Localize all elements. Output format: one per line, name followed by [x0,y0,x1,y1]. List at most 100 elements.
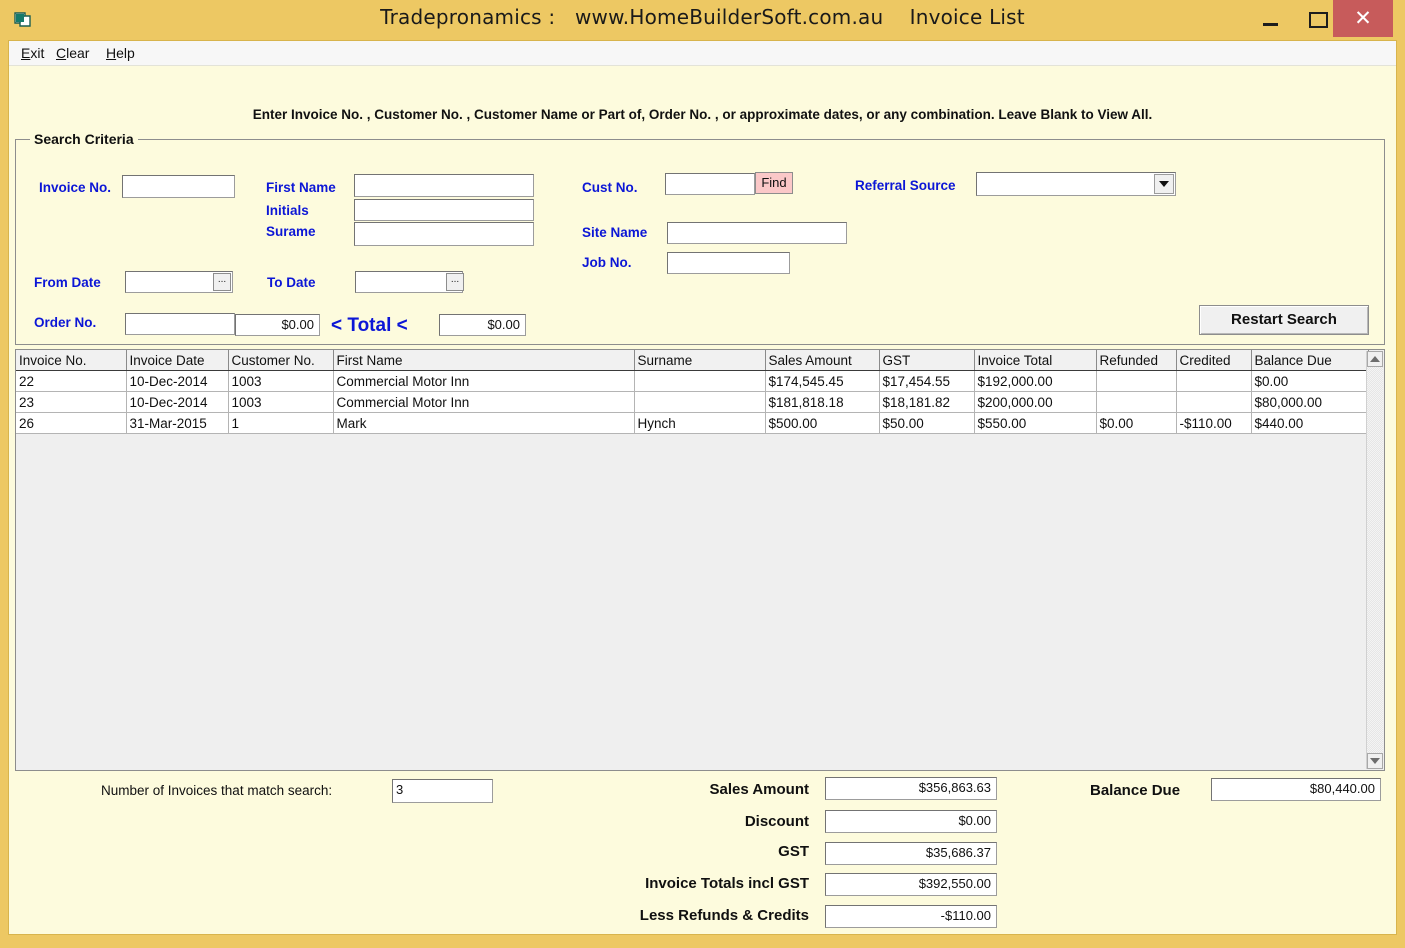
find-button[interactable]: Find [755,172,793,194]
menu-item-clear[interactable]: Clear [56,45,89,61]
initials-input[interactable] [354,199,534,221]
minimize-button[interactable] [1246,0,1294,40]
summary-label-balance-due: Balance Due [1090,782,1181,799]
cell-credited[interactable] [1176,391,1252,413]
cell-invoice-no[interactable]: 23 [16,391,127,413]
restart-search-button[interactable]: Restart Search [1199,305,1369,335]
column-header-invoice-date[interactable]: Invoice Date [126,350,229,371]
cell-sales-amount[interactable]: $500.00 [765,412,880,434]
cell-invoice-date[interactable]: 10-Dec-2014 [126,391,229,413]
column-header-refunded[interactable]: Refunded [1096,350,1177,371]
column-header-balance-due[interactable]: Balance Due [1251,350,1369,371]
cell-surname[interactable]: Hynch [634,412,766,434]
column-header-gst[interactable]: GST [879,350,975,371]
invoice-no-label: Invoice No. [39,180,112,195]
cell-first-name[interactable]: Commercial Motor Inn [333,370,635,392]
to-date-picker-button[interactable]: ... [446,273,464,291]
scroll-up-button[interactable] [1367,351,1383,367]
application-window: Tradepronamics : www.HomeBuilderSoft.com… [0,0,1405,948]
cell-balance-due[interactable]: $0.00 [1251,370,1369,392]
summary-label-gst: GST [778,843,809,860]
column-header-sales-amount[interactable]: Sales Amount [765,350,880,371]
table-row[interactable]: 23 10-Dec-2014 1003 Commercial Motor Inn… [16,391,1369,413]
summary-value-less-refunds-credits[interactable]: -$110.00 [825,905,997,928]
cell-gst[interactable]: $18,181.82 [879,391,975,413]
summary-label-less-refunds-credits: Less Refunds & Credits [639,907,809,924]
search-criteria-legend: Search Criteria [30,131,138,147]
cell-invoice-no[interactable]: 26 [16,412,127,434]
column-header-first-name[interactable]: First Name [333,350,635,371]
cell-first-name[interactable]: Commercial Motor Inn [333,391,635,413]
invoice-count-label: Number of Invoices that match search: [101,783,333,798]
invoice-results-grid[interactable]: Invoice No. Invoice Date Customer No. Fi… [15,349,1385,771]
column-header-surname[interactable]: Surname [634,350,766,371]
summary-value-discount[interactable]: $0.00 [825,810,997,833]
cell-invoice-total[interactable]: $192,000.00 [974,370,1097,392]
scroll-down-button[interactable] [1367,753,1383,769]
column-header-invoice-no[interactable]: Invoice No. [16,350,127,371]
to-date-label: To Date [267,275,316,290]
surname-label: Surame [266,224,316,239]
cell-gst[interactable]: $17,454.55 [879,370,975,392]
cell-credited[interactable]: -$110.00 [1176,412,1252,434]
cell-surname[interactable] [634,391,766,413]
summary-value-sales-amount[interactable]: $356,863.63 [825,777,997,800]
cell-refunded[interactable] [1096,391,1177,413]
grid-vertical-scrollbar[interactable] [1366,351,1383,769]
column-header-invoice-total[interactable]: Invoice Total [974,350,1097,371]
summary-value-gst[interactable]: $35,686.37 [825,842,997,865]
triangle-up-icon [1370,356,1380,362]
summary-label-sales-amount: Sales Amount [709,781,809,798]
site-name-input[interactable] [667,222,847,244]
summary-label-invoice-totals-incl-gst: Invoice Totals incl GST [645,875,809,892]
cell-invoice-total[interactable]: $550.00 [974,412,1097,434]
cell-invoice-no[interactable]: 22 [16,370,127,392]
column-header-customer-no[interactable]: Customer No. [228,350,334,371]
table-row[interactable]: 26 31-Mar-2015 1 Mark Hynch $500.00 $50.… [16,412,1369,434]
table-header-row: Invoice No. Invoice Date Customer No. Fi… [16,350,1369,371]
cell-invoice-total[interactable]: $200,000.00 [974,391,1097,413]
invoice-count-value[interactable]: 3 [392,779,493,803]
cell-credited[interactable] [1176,370,1252,392]
cell-gst[interactable]: $50.00 [879,412,975,434]
cell-sales-amount[interactable]: $174,545.45 [765,370,880,392]
cell-balance-due[interactable]: $440.00 [1251,412,1369,434]
site-name-label: Site Name [582,225,648,240]
cell-refunded[interactable]: $0.00 [1096,412,1177,434]
first-name-label: First Name [266,180,336,195]
table-row[interactable]: 22 10-Dec-2014 1003 Commercial Motor Inn… [16,370,1369,392]
cell-surname[interactable] [634,370,766,392]
menu-item-exit[interactable]: Exit [21,45,44,61]
surname-input[interactable] [354,222,534,246]
summary-value-invoice-totals-incl-gst[interactable]: $392,550.00 [825,873,997,896]
menu-bar: Exit Clear Help [9,41,1396,66]
cell-refunded[interactable] [1096,370,1177,392]
cell-sales-amount[interactable]: $181,818.18 [765,391,880,413]
invoice-no-input[interactable] [122,175,235,198]
cell-customer-no[interactable]: 1003 [228,391,334,413]
cell-balance-due[interactable]: $80,000.00 [1251,391,1369,413]
cell-customer-no[interactable]: 1003 [228,370,334,392]
cell-first-name[interactable]: Mark [333,412,635,434]
close-button[interactable]: ✕ [1333,0,1393,37]
from-date-picker-button[interactable]: ... [213,273,231,291]
cell-invoice-date[interactable]: 31-Mar-2015 [126,412,229,434]
summary-value-balance-due[interactable]: $80,440.00 [1211,778,1381,801]
chevron-down-icon[interactable] [1154,174,1174,194]
cell-customer-no[interactable]: 1 [228,412,334,434]
cust-no-input[interactable] [665,173,755,195]
menu-item-help[interactable]: Help [106,45,135,61]
maximize-icon [1308,12,1328,28]
instruction-text: Enter Invoice No. , Customer No. , Custo… [252,107,1153,122]
title-bar: Tradepronamics : www.HomeBuilderSoft.com… [0,0,1405,40]
column-header-credited[interactable]: Credited [1176,350,1252,371]
job-no-input[interactable] [667,252,790,274]
window-title: Tradepronamics : www.HomeBuilderSoft.com… [380,5,1025,29]
total-max-input[interactable]: $0.00 [439,314,526,336]
cell-invoice-date[interactable]: 10-Dec-2014 [126,370,229,392]
total-min-input[interactable]: $0.00 [235,314,320,336]
first-name-input[interactable] [354,174,534,197]
order-no-input[interactable] [125,313,235,335]
referral-source-select[interactable] [976,172,1176,196]
minimize-icon [1262,22,1278,26]
